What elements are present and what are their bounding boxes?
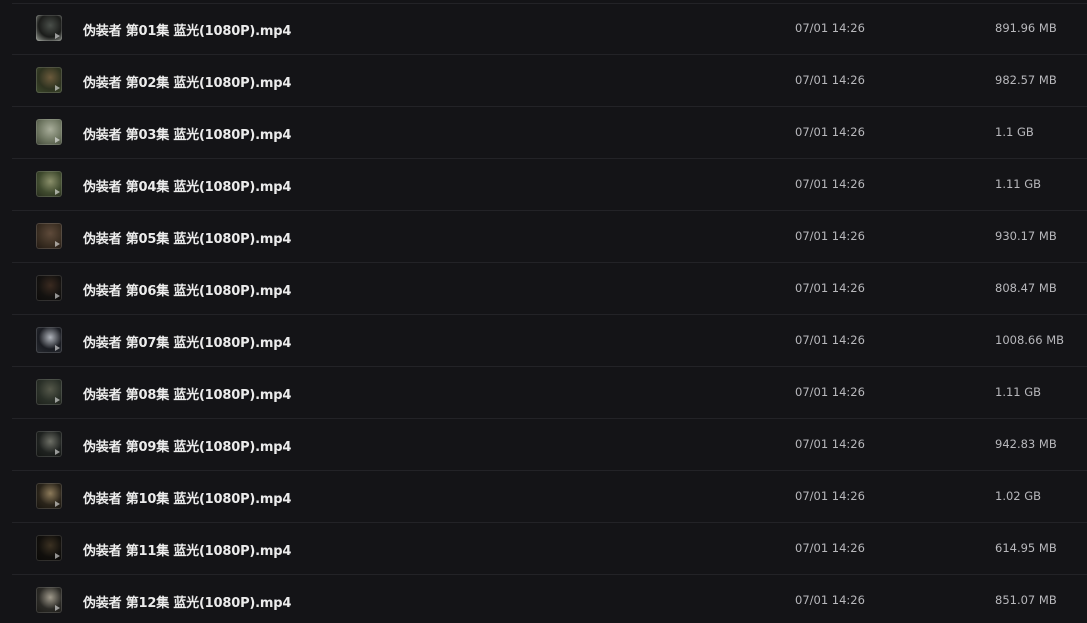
file-name[interactable]: 伪装者 第01集 蓝光(1080P).mp4 (83, 20, 291, 39)
file-modified-date: 07/01 14:26 (795, 21, 865, 35)
file-row[interactable]: 伪装者 第06集 蓝光(1080P).mp4 07/01 14:26 808.4… (12, 263, 1087, 315)
play-icon (55, 397, 60, 403)
file-name[interactable]: 伪装者 第08集 蓝光(1080P).mp4 (83, 384, 291, 403)
file-row[interactable]: 伪装者 第10集 蓝光(1080P).mp4 07/01 14:26 1.02 … (12, 471, 1087, 523)
file-row[interactable]: 伪装者 第01集 蓝光(1080P).mp4 07/01 14:26 891.9… (12, 3, 1087, 55)
file-list: 伪装者 第01集 蓝光(1080P).mp4 07/01 14:26 891.9… (0, 0, 1087, 623)
file-size: 614.95 MB (995, 541, 1057, 555)
file-modified-date: 07/01 14:26 (795, 333, 865, 347)
file-name[interactable]: 伪装者 第10集 蓝光(1080P).mp4 (83, 488, 291, 507)
file-modified-date: 07/01 14:26 (795, 229, 865, 243)
file-size: 851.07 MB (995, 593, 1057, 607)
file-modified-date: 07/01 14:26 (795, 437, 865, 451)
video-thumbnail-icon (36, 379, 62, 405)
file-modified-date: 07/01 14:26 (795, 281, 865, 295)
play-icon (55, 605, 60, 611)
file-modified-date: 07/01 14:26 (795, 541, 865, 555)
file-size: 942.83 MB (995, 437, 1057, 451)
file-row[interactable]: 伪装者 第08集 蓝光(1080P).mp4 07/01 14:26 1.11 … (12, 367, 1087, 419)
file-modified-date: 07/01 14:26 (795, 125, 865, 139)
file-size: 1.11 GB (995, 385, 1042, 399)
video-thumbnail-icon (36, 171, 62, 197)
video-thumbnail-icon (36, 327, 62, 353)
file-size: 1.1 GB (995, 125, 1034, 139)
file-row[interactable]: 伪装者 第11集 蓝光(1080P).mp4 07/01 14:26 614.9… (12, 523, 1087, 575)
file-name[interactable]: 伪装者 第07集 蓝光(1080P).mp4 (83, 332, 291, 351)
video-thumbnail-icon (36, 119, 62, 145)
play-icon (55, 293, 60, 299)
video-thumbnail-icon (36, 275, 62, 301)
video-thumbnail-icon (36, 223, 62, 249)
video-thumbnail-icon (36, 15, 62, 41)
file-row[interactable]: 伪装者 第05集 蓝光(1080P).mp4 07/01 14:26 930.1… (12, 211, 1087, 263)
video-thumbnail-icon (36, 535, 62, 561)
file-size: 891.96 MB (995, 21, 1057, 35)
file-name[interactable]: 伪装者 第09集 蓝光(1080P).mp4 (83, 436, 291, 455)
video-thumbnail-icon (36, 431, 62, 457)
file-row[interactable]: 伪装者 第02集 蓝光(1080P).mp4 07/01 14:26 982.5… (12, 55, 1087, 107)
file-modified-date: 07/01 14:26 (795, 489, 865, 503)
play-icon (55, 449, 60, 455)
video-thumbnail-icon (36, 483, 62, 509)
play-icon (55, 553, 60, 559)
file-row[interactable]: 伪装者 第12集 蓝光(1080P).mp4 07/01 14:26 851.0… (12, 575, 1087, 623)
file-name[interactable]: 伪装者 第12集 蓝光(1080P).mp4 (83, 592, 291, 611)
play-icon (55, 241, 60, 247)
play-icon (55, 345, 60, 351)
file-size: 1008.66 MB (995, 333, 1065, 347)
file-row[interactable]: 伪装者 第04集 蓝光(1080P).mp4 07/01 14:26 1.11 … (12, 159, 1087, 211)
file-size: 1.02 GB (995, 489, 1042, 503)
file-size: 930.17 MB (995, 229, 1057, 243)
file-row[interactable]: 伪装者 第09集 蓝光(1080P).mp4 07/01 14:26 942.8… (12, 419, 1087, 471)
file-size: 982.57 MB (995, 73, 1057, 87)
file-name[interactable]: 伪装者 第06集 蓝光(1080P).mp4 (83, 280, 291, 299)
play-icon (55, 501, 60, 507)
file-row[interactable]: 伪装者 第07集 蓝光(1080P).mp4 07/01 14:26 1008.… (12, 315, 1087, 367)
play-icon (55, 85, 60, 91)
file-size: 1.11 GB (995, 177, 1042, 191)
file-row[interactable]: 伪装者 第03集 蓝光(1080P).mp4 07/01 14:26 1.1 G… (12, 107, 1087, 159)
file-modified-date: 07/01 14:26 (795, 73, 865, 87)
file-name[interactable]: 伪装者 第11集 蓝光(1080P).mp4 (83, 540, 291, 559)
play-icon (55, 137, 60, 143)
file-name[interactable]: 伪装者 第02集 蓝光(1080P).mp4 (83, 72, 291, 91)
file-name[interactable]: 伪装者 第04集 蓝光(1080P).mp4 (83, 176, 291, 195)
file-modified-date: 07/01 14:26 (795, 593, 865, 607)
file-size: 808.47 MB (995, 281, 1057, 295)
file-modified-date: 07/01 14:26 (795, 385, 865, 399)
file-name[interactable]: 伪装者 第05集 蓝光(1080P).mp4 (83, 228, 291, 247)
file-modified-date: 07/01 14:26 (795, 177, 865, 191)
video-thumbnail-icon (36, 587, 62, 613)
video-thumbnail-icon (36, 67, 62, 93)
play-icon (55, 189, 60, 195)
file-name[interactable]: 伪装者 第03集 蓝光(1080P).mp4 (83, 124, 291, 143)
play-icon (55, 33, 60, 39)
